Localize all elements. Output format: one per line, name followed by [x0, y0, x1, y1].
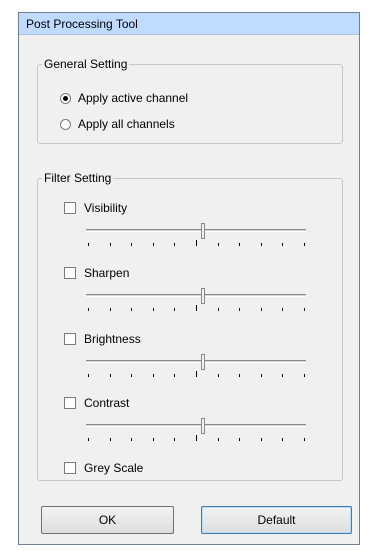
checkbox[interactable] — [64, 267, 76, 279]
general-setting-legend: General Setting — [42, 57, 130, 71]
slider-tick — [88, 374, 89, 377]
slider-tick — [304, 308, 305, 311]
filter-setting-legend: Filter Setting — [42, 171, 114, 185]
window-title: Post Processing Tool — [26, 17, 138, 31]
checkbox-brightness[interactable]: Brightness — [64, 331, 141, 347]
filter-setting-group: Filter Setting Visibility Sharpen Bright… — [37, 171, 343, 481]
slider-tick — [260, 374, 262, 377]
slider-tick — [217, 308, 219, 311]
slider-tick — [304, 374, 305, 377]
slider-tick — [239, 308, 241, 311]
title-bar[interactable]: Post Processing Tool — [19, 13, 359, 35]
visibility-slider[interactable] — [86, 223, 306, 251]
checkbox-contrast[interactable]: Contrast — [64, 395, 129, 411]
radio-label: Apply active channel — [78, 91, 189, 105]
slider-tick — [196, 240, 197, 246]
slider-tick — [282, 308, 284, 311]
slider-tick — [282, 374, 284, 377]
checkbox-label: Contrast — [84, 396, 130, 410]
slider-tick — [260, 243, 262, 246]
radio-button[interactable] — [60, 118, 71, 130]
checkbox[interactable] — [64, 397, 76, 409]
slider-tick — [152, 243, 154, 246]
slider-tick — [239, 243, 241, 246]
slider-track — [86, 424, 306, 427]
checkbox-visibility[interactable]: Visibility — [64, 200, 127, 216]
slider-thumb[interactable] — [201, 288, 205, 304]
slider-thumb[interactable] — [201, 354, 205, 370]
slider-tick — [88, 243, 89, 246]
slider-tick — [131, 243, 133, 246]
slider-tick — [239, 374, 241, 377]
checkbox-label: Grey Scale — [84, 461, 144, 475]
slider-tick — [217, 243, 219, 246]
slider-tick — [260, 308, 262, 311]
slider-tick — [109, 243, 111, 246]
checkbox[interactable] — [64, 333, 76, 345]
radio-label: Apply all channels — [78, 117, 175, 131]
checkbox-label: Visibility — [84, 201, 128, 215]
checkbox[interactable] — [64, 462, 76, 474]
slider-tick — [174, 308, 176, 311]
slider-tick — [131, 308, 133, 311]
slider-tick — [131, 374, 133, 377]
radio-apply-active-channel[interactable]: Apply active channel — [60, 90, 188, 106]
contrast-slider[interactable] — [86, 418, 306, 446]
slider-thumb[interactable] — [201, 223, 205, 239]
slider-tick — [88, 438, 89, 441]
general-setting-group: General Setting Apply active channel App… — [37, 57, 343, 144]
slider-tick — [109, 438, 111, 441]
slider-tick — [152, 438, 154, 441]
slider-tick — [304, 243, 305, 246]
slider-thumb[interactable] — [201, 418, 205, 434]
checkbox[interactable] — [64, 202, 76, 214]
radio-apply-all-channels[interactable]: Apply all channels — [60, 116, 175, 132]
slider-tick — [196, 435, 197, 441]
slider-tick — [88, 308, 89, 311]
slider-tick — [196, 305, 197, 311]
slider-track — [86, 294, 306, 297]
checkbox-label: Sharpen — [84, 266, 130, 280]
checkbox-sharpen[interactable]: Sharpen — [64, 265, 129, 281]
brightness-slider[interactable] — [86, 354, 306, 382]
ok-button[interactable]: OK — [41, 506, 174, 534]
slider-tick — [282, 243, 284, 246]
slider-tick — [260, 438, 262, 441]
slider-tick — [152, 308, 154, 311]
checkbox-label: Brightness — [84, 332, 141, 346]
slider-tick — [174, 243, 176, 246]
slider-tick — [196, 371, 197, 377]
slider-tick — [109, 308, 111, 311]
slider-tick — [217, 374, 219, 377]
slider-tick — [174, 438, 176, 441]
slider-tick — [131, 438, 133, 441]
default-button[interactable]: Default — [201, 506, 352, 534]
post-processing-dialog: Post Processing Tool General Setting App… — [18, 12, 360, 545]
slider-tick — [304, 438, 305, 441]
slider-tick — [109, 374, 111, 377]
radio-button[interactable] — [60, 92, 71, 104]
checkbox-grey-scale[interactable]: Grey Scale — [64, 460, 143, 476]
slider-tick — [217, 438, 219, 441]
slider-tick — [282, 438, 284, 441]
slider-tick — [239, 438, 241, 441]
slider-track — [86, 360, 306, 363]
slider-track — [86, 229, 306, 232]
sharpen-slider[interactable] — [86, 288, 306, 316]
slider-tick — [152, 374, 154, 377]
slider-tick — [174, 374, 176, 377]
